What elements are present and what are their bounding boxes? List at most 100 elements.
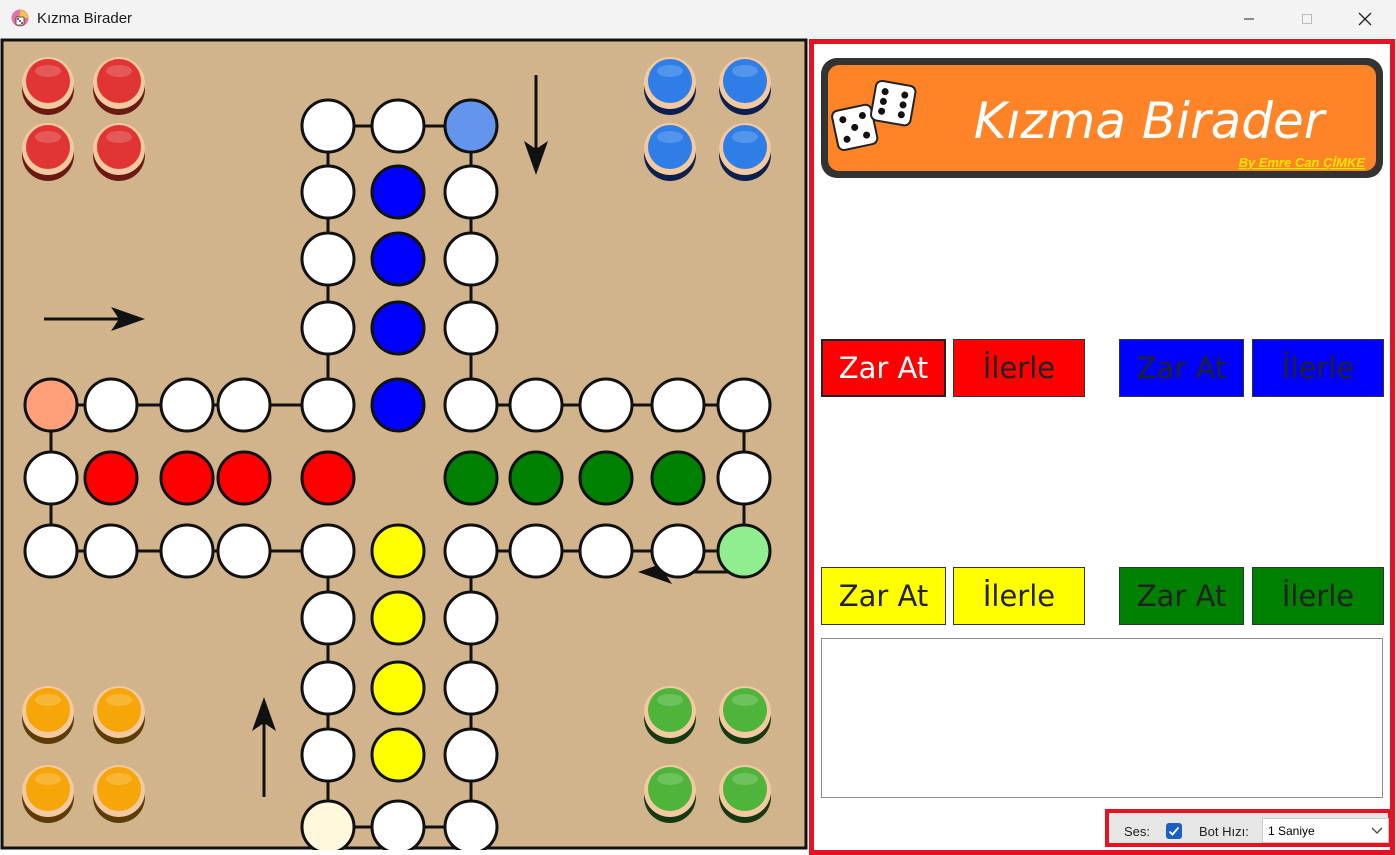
- board-cell[interactable]: [216, 523, 272, 579]
- green-roll-button[interactable]: Zar At: [1119, 567, 1244, 625]
- home-piece[interactable]: [644, 57, 696, 115]
- board-cell[interactable]: [159, 523, 215, 579]
- game-log[interactable]: [821, 638, 1383, 798]
- logo-byline: By Emre Can ÇİMKE: [1239, 155, 1366, 170]
- title-bar: Kızma Birader: [0, 0, 1396, 38]
- board-cell[interactable]: [716, 450, 772, 506]
- logo-banner: Kızma Birader By Emre Can ÇİMKE: [821, 58, 1383, 178]
- yellow-roll-button[interactable]: Zar At: [821, 567, 946, 625]
- board-cell[interactable]: [650, 523, 706, 579]
- board-cell[interactable]: [443, 660, 499, 716]
- board-cell[interactable]: [300, 523, 356, 579]
- home-piece[interactable]: [644, 123, 696, 181]
- board-cell[interactable]: [443, 727, 499, 783]
- board-cell[interactable]: [650, 450, 706, 506]
- board-cell[interactable]: [216, 377, 272, 433]
- board-cell[interactable]: [443, 98, 499, 154]
- board-cell[interactable]: [370, 164, 426, 220]
- bot-speed-select[interactable]: 1 Saniye: [1262, 818, 1389, 843]
- board-cell[interactable]: [83, 450, 139, 506]
- board-cell[interactable]: [23, 450, 79, 506]
- home-piece[interactable]: [22, 686, 74, 744]
- board-cell[interactable]: [508, 450, 564, 506]
- board-cell[interactable]: [300, 727, 356, 783]
- sound-checkbox[interactable]: [1166, 823, 1182, 839]
- board-cell[interactable]: [159, 377, 215, 433]
- board-cell[interactable]: [23, 377, 79, 433]
- board-canvas: [0, 38, 808, 850]
- maximize-button[interactable]: [1278, 0, 1336, 38]
- bot-speed-value: 1 Saniye: [1268, 824, 1315, 838]
- board-cell[interactable]: [300, 590, 356, 646]
- board-cell[interactable]: [370, 523, 426, 579]
- board-cell[interactable]: [716, 377, 772, 433]
- board-cell[interactable]: [300, 377, 356, 433]
- checkbox-check-icon: [1168, 826, 1180, 836]
- close-button[interactable]: [1336, 0, 1394, 38]
- yellow-advance-button[interactable]: İlerle: [953, 567, 1085, 625]
- chevron-down-icon: [1371, 827, 1383, 834]
- board-cell[interactable]: [443, 231, 499, 287]
- board-cell[interactable]: [300, 660, 356, 716]
- board-cell[interactable]: [508, 523, 564, 579]
- board-cell[interactable]: [159, 450, 215, 506]
- home-piece[interactable]: [93, 765, 145, 823]
- home-piece[interactable]: [93, 686, 145, 744]
- board-cell[interactable]: [370, 727, 426, 783]
- board-cell[interactable]: [578, 377, 634, 433]
- home-piece[interactable]: [644, 686, 696, 744]
- board-cell[interactable]: [443, 523, 499, 579]
- board-cell[interactable]: [443, 450, 499, 506]
- board-cell[interactable]: [578, 450, 634, 506]
- board-cell[interactable]: [300, 98, 356, 154]
- board-cell[interactable]: [370, 799, 426, 850]
- board-cell[interactable]: [83, 523, 139, 579]
- home-piece[interactable]: [93, 57, 145, 115]
- home-piece[interactable]: [22, 765, 74, 823]
- board-cell[interactable]: [370, 660, 426, 716]
- home-piece[interactable]: [22, 123, 74, 181]
- home-piece[interactable]: [644, 765, 696, 823]
- board-cell[interactable]: [370, 377, 426, 433]
- board-cell[interactable]: [83, 377, 139, 433]
- board-cell[interactable]: [300, 300, 356, 356]
- board-cell[interactable]: [370, 98, 426, 154]
- home-piece[interactable]: [719, 57, 771, 115]
- board-cell[interactable]: [578, 523, 634, 579]
- logo-title: Kızma Birader: [974, 92, 1328, 150]
- green-advance-button[interactable]: İlerle: [1252, 567, 1384, 625]
- game-board: [0, 38, 808, 850]
- blue-advance-button[interactable]: İlerle: [1252, 339, 1384, 397]
- board-cell[interactable]: [443, 164, 499, 220]
- board-cell[interactable]: [300, 164, 356, 220]
- window-title: Kızma Birader: [37, 10, 133, 27]
- minimize-button[interactable]: [1220, 0, 1278, 38]
- board-cell[interactable]: [300, 799, 356, 850]
- sound-label: Ses:: [1124, 824, 1151, 839]
- home-piece[interactable]: [93, 123, 145, 181]
- board-cell[interactable]: [370, 231, 426, 287]
- home-piece[interactable]: [719, 765, 771, 823]
- board-cell[interactable]: [370, 300, 426, 356]
- board-cell[interactable]: [443, 799, 499, 850]
- board-cell[interactable]: [300, 450, 356, 506]
- board-cell[interactable]: [443, 300, 499, 356]
- board-cell[interactable]: [508, 377, 564, 433]
- home-piece[interactable]: [22, 57, 74, 115]
- board-cell[interactable]: [443, 377, 499, 433]
- board-cell[interactable]: [716, 523, 772, 579]
- home-piece[interactable]: [719, 123, 771, 181]
- red-roll-button[interactable]: Zar At: [821, 339, 946, 397]
- board-cell[interactable]: [370, 590, 426, 646]
- board-cell[interactable]: [443, 590, 499, 646]
- board-cell[interactable]: [300, 231, 356, 287]
- bot-speed-label: Bot Hızı:: [1199, 824, 1249, 839]
- board-cell[interactable]: [23, 523, 79, 579]
- board-cell[interactable]: [650, 377, 706, 433]
- board-cell[interactable]: [216, 450, 272, 506]
- red-advance-button[interactable]: İlerle: [953, 339, 1085, 397]
- minimize-icon: [1244, 18, 1254, 20]
- home-piece[interactable]: [719, 686, 771, 744]
- maximize-icon: [1302, 14, 1312, 24]
- blue-roll-button[interactable]: Zar At: [1119, 339, 1244, 397]
